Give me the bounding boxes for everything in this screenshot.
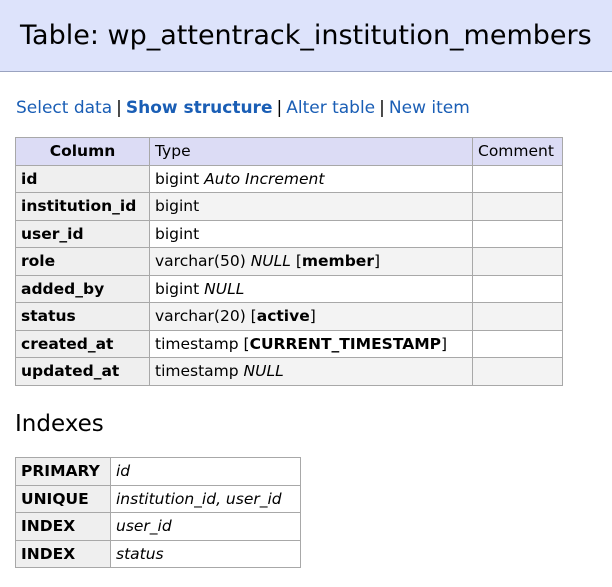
column-name: status xyxy=(15,302,150,331)
indexes-heading: Indexes xyxy=(15,411,104,437)
index-row: INDEX status xyxy=(15,539,301,568)
type-text: bigint xyxy=(155,169,200,188)
column-type: bigint Auto Increment xyxy=(149,164,473,193)
type-extra: NULL xyxy=(204,279,245,298)
table-row: status varchar(20) [active] xyxy=(15,302,563,331)
table-row: institution_id bigint xyxy=(15,192,563,221)
structure-body: id bigint Auto Increment institution_id big… xyxy=(15,164,563,386)
column-comment xyxy=(472,329,563,358)
column-name: id xyxy=(15,164,150,193)
new-item-link[interactable]: New item xyxy=(389,98,470,118)
type-text: bigint xyxy=(155,279,200,298)
index-row: PRIMARY id xyxy=(15,457,301,486)
separator: | xyxy=(379,98,385,118)
index-row: INDEX user_id xyxy=(15,512,301,541)
show-structure-link[interactable]: Show structure xyxy=(126,98,273,118)
column-name: updated_at xyxy=(15,357,150,386)
table-row: created_at timestamp [CURRENT_TIMESTAMP] xyxy=(15,329,563,358)
type-text: bigint xyxy=(155,197,200,216)
table-row: id bigint Auto Increment xyxy=(15,164,563,193)
table-row: added_by bigint NULL xyxy=(15,274,563,303)
index-columns: institution_id, user_id xyxy=(110,484,301,513)
alter-table-link[interactable]: Alter table xyxy=(286,98,375,118)
type-header: Type xyxy=(149,137,473,166)
default-value: CURRENT_TIMESTAMP xyxy=(249,334,441,353)
column-type: bigint NULL xyxy=(149,274,473,303)
comment-header: Comment xyxy=(472,137,563,166)
column-type: varchar(50) NULL [member] xyxy=(149,247,473,276)
index-kind: INDEX xyxy=(15,539,111,568)
index-kind: PRIMARY xyxy=(15,457,111,486)
column-comment xyxy=(472,274,563,303)
column-name: created_at xyxy=(15,329,150,358)
title-bar: Table: wp_attentrack_institution_members xyxy=(0,0,612,72)
structure-header-row: Column Type Comment xyxy=(15,137,563,166)
page-title: Table: wp_attentrack_institution_members xyxy=(20,20,592,51)
type-text: varchar(20) xyxy=(155,307,246,326)
indexes-body: PRIMARY id UNIQUE institution_id, user_id IN… xyxy=(15,457,301,568)
column-type: varchar(20) [active] xyxy=(149,302,473,331)
table-row: user_id bigint xyxy=(15,219,563,248)
structure-table: Column Type Comment id bigint Auto Increm… xyxy=(15,137,563,386)
default-value: active xyxy=(256,307,310,326)
column-type: timestamp [CURRENT_TIMESTAMP] xyxy=(149,329,473,358)
column-comment xyxy=(472,357,563,386)
table-row: role varchar(50) NULL [member] xyxy=(15,247,563,276)
index-row: UNIQUE institution_id, user_id xyxy=(15,484,301,513)
column-comment xyxy=(472,302,563,331)
default-value: member xyxy=(301,252,374,271)
column-name: institution_id xyxy=(15,192,150,221)
index-columns: status xyxy=(110,539,301,568)
type-extra: Auto Increment xyxy=(204,169,325,188)
separator: | xyxy=(116,98,122,118)
separator: | xyxy=(276,98,283,118)
column-comment xyxy=(472,192,563,221)
column-header: Column xyxy=(15,137,150,166)
column-type: bigint xyxy=(149,219,473,248)
index-kind: UNIQUE xyxy=(15,484,111,513)
column-type: bigint xyxy=(149,192,473,221)
index-kind: INDEX xyxy=(15,512,111,541)
table-row: updated_at timestamp NULL xyxy=(15,357,563,386)
column-name: user_id xyxy=(15,219,150,248)
type-extra: NULL xyxy=(243,362,284,381)
action-links: Select data | Show structure | Alter table | N… xyxy=(16,98,470,118)
column-name: added_by xyxy=(15,274,150,303)
column-comment xyxy=(472,247,563,276)
type-text: timestamp xyxy=(155,334,239,353)
indexes-table: PRIMARY id UNIQUE institution_id, user_id IN… xyxy=(15,457,301,568)
type-extra: NULL xyxy=(250,252,291,271)
type-text: varchar(50) xyxy=(155,252,246,271)
type-text: timestamp xyxy=(155,362,239,381)
index-columns: id xyxy=(110,457,301,486)
type-text: bigint xyxy=(155,224,200,243)
column-comment xyxy=(472,219,563,248)
index-columns: user_id xyxy=(110,512,301,541)
select-data-link[interactable]: Select data xyxy=(16,98,112,118)
column-type: timestamp NULL xyxy=(149,357,473,386)
column-name: role xyxy=(15,247,150,276)
column-comment xyxy=(472,164,563,193)
